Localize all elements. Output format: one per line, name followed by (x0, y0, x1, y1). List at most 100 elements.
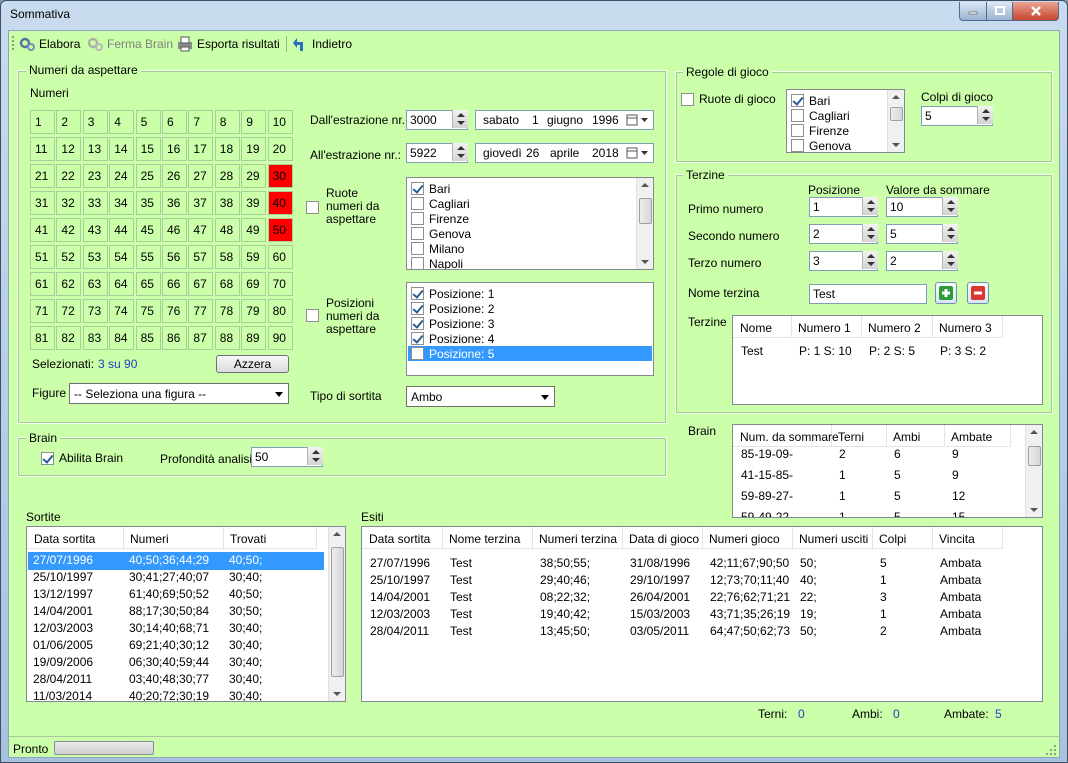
number-cell[interactable]: 40 (267, 191, 293, 215)
number-cell[interactable]: 58 (214, 245, 240, 269)
table-cell[interactable]: 40; (800, 573, 817, 587)
number-cell[interactable]: 63 (82, 272, 108, 296)
item-checkbox[interactable] (791, 139, 804, 152)
table-cell[interactable]: 1 (880, 573, 887, 587)
list-item[interactable]: Cagliari (788, 108, 886, 123)
table-cell[interactable]: 30;40; (229, 655, 262, 669)
calendar-icon[interactable] (626, 147, 650, 159)
ruote-aspettare-list[interactable]: Napoli Milano Genova Firenze Cagliari Bari (406, 177, 654, 270)
column-header[interactable]: Data sortita (363, 527, 443, 549)
colpi-spinner[interactable]: 5 (921, 106, 993, 126)
sortite-table-scrollbar[interactable] (328, 527, 345, 701)
table-cell[interactable]: 64;47;50;62;73 (710, 624, 790, 638)
terzine-table[interactable]: Nome Numero 1 Numero 2 Numero 3 Test P: 1 S: … (732, 315, 1043, 405)
calendar-icon[interactable] (626, 114, 650, 126)
table-cell[interactable]: P: 2 S: 5 (869, 344, 915, 358)
number-cell[interactable]: 85 (135, 326, 161, 350)
number-cell[interactable]: 39 (241, 191, 267, 215)
ruote-aspettare-check[interactable] (306, 201, 319, 214)
table-cell[interactable]: Test (741, 344, 763, 358)
all-estrazione-spinner[interactable]: 5922 (406, 143, 468, 163)
number-cell[interactable]: 67 (188, 272, 214, 296)
list-item[interactable]: Firenze (408, 211, 635, 226)
number-cell[interactable]: 14 (109, 137, 135, 161)
ruote-aspettare-checkbox[interactable] (306, 201, 324, 214)
spinner-arrows-icon[interactable] (307, 447, 323, 465)
spinner-arrows-icon[interactable] (452, 143, 468, 161)
number-cell[interactable]: 74 (109, 299, 135, 323)
valore-spinner[interactable]: 2 (886, 251, 958, 271)
all-date-picker[interactable]: giovedì 26 aprile 2018 (475, 143, 654, 163)
resize-grip-icon[interactable] (1045, 744, 1057, 756)
table-cell[interactable]: 42;11;67;90;50 (710, 556, 789, 570)
table-cell[interactable]: 6 (894, 447, 901, 461)
profondita-spinner[interactable]: 50 (251, 447, 323, 467)
number-cell[interactable]: 51 (30, 245, 55, 269)
table-cell[interactable]: 15 (952, 510, 965, 517)
table-cell[interactable]: Test (450, 556, 472, 570)
number-cell[interactable]: 57 (188, 245, 214, 269)
spinner-arrows-icon[interactable] (942, 224, 958, 242)
table-cell[interactable]: 30;40; (229, 638, 262, 652)
esiti-table[interactable]: Data sortita Nome terzina Numeri terzina Da… (361, 526, 1043, 702)
list-item[interactable]: Cagliari (408, 196, 635, 211)
number-cell[interactable]: 7 (188, 110, 214, 134)
number-cell[interactable]: 69 (241, 272, 267, 296)
table-cell[interactable]: 27/07/1996 (370, 556, 430, 570)
number-cell[interactable]: 90 (267, 326, 293, 350)
number-cell[interactable]: 13 (82, 137, 108, 161)
table-cell[interactable]: Test (450, 573, 472, 587)
number-cell[interactable]: 89 (241, 326, 267, 350)
number-cell[interactable]: 29 (241, 164, 267, 188)
column-header[interactable]: Numero 3 (933, 316, 1003, 338)
table-cell[interactable]: 30;40; (229, 689, 262, 701)
number-cell[interactable]: 86 (162, 326, 187, 350)
number-cell[interactable]: 82 (56, 326, 82, 350)
number-cell[interactable]: 1 (30, 110, 55, 134)
table-cell[interactable]: 85-19-09- (741, 447, 793, 461)
number-cell[interactable]: 11 (30, 137, 55, 161)
table-cell[interactable]: 26/04/2001 (630, 590, 690, 604)
table-cell[interactable]: Test (450, 607, 472, 621)
table-cell[interactable]: 13;45;50; (540, 624, 590, 638)
tipo-sortita-dropdown[interactable]: Ambo (406, 386, 555, 407)
table-cell[interactable]: 5 (894, 489, 901, 503)
table-cell[interactable]: 12;73;70;11;40 (710, 573, 789, 587)
table-cell[interactable]: 01/06/2005 (33, 638, 93, 652)
dall-estrazione-spinner[interactable]: 3000 (406, 110, 468, 130)
number-cell[interactable]: 9 (241, 110, 267, 134)
column-header[interactable]: Numeri (124, 527, 224, 549)
number-cell[interactable]: 25 (135, 164, 161, 188)
number-cell[interactable]: 59 (241, 245, 267, 269)
azzera-button[interactable]: Azzera (216, 355, 289, 373)
ruote-gioco-list[interactable]: Genova Firenze Cagliari Bari (786, 89, 905, 153)
table-cell[interactable]: 30;40; (229, 672, 262, 686)
brain-table[interactable]: Num. da sommare Terni Ambi Ambate 85-19-09-… (732, 424, 1043, 518)
number-cell[interactable]: 71 (30, 299, 55, 323)
table-cell[interactable]: 25/10/1997 (370, 573, 430, 587)
number-cell[interactable]: 73 (82, 299, 108, 323)
list-item[interactable]: Posizione: 1 (408, 286, 635, 301)
scroll-up-icon[interactable] (1030, 430, 1038, 434)
table-cell[interactable]: Ambata (940, 573, 981, 587)
number-cell[interactable]: 10 (267, 110, 293, 134)
number-cell[interactable]: 70 (267, 272, 293, 296)
table-cell[interactable]: 19; (800, 607, 817, 621)
number-cell[interactable]: 87 (188, 326, 214, 350)
table-cell[interactable]: 40;50; (229, 587, 262, 601)
table-cell[interactable]: 9 (952, 468, 959, 482)
column-header[interactable]: Numero 1 (792, 316, 862, 338)
number-cell[interactable]: 48 (214, 218, 240, 242)
scroll-thumb[interactable] (639, 198, 652, 224)
table-cell[interactable]: 38;50;55; (540, 556, 590, 570)
item-checkbox[interactable] (411, 182, 424, 195)
ruote-gioco-check[interactable] (681, 92, 694, 106)
table-cell[interactable]: 40;50;36;44;29 (129, 553, 209, 567)
number-cell[interactable]: 80 (267, 299, 293, 323)
figure-dropdown[interactable]: -- Seleziona una figura -- (69, 383, 289, 404)
table-cell[interactable]: 30;40; (229, 570, 262, 584)
number-cell[interactable]: 68 (214, 272, 240, 296)
list-item[interactable]: Napoli (408, 256, 635, 269)
table-cell[interactable]: 11/03/2014 (33, 689, 92, 701)
table-cell[interactable]: 59-49-22- (741, 510, 793, 517)
